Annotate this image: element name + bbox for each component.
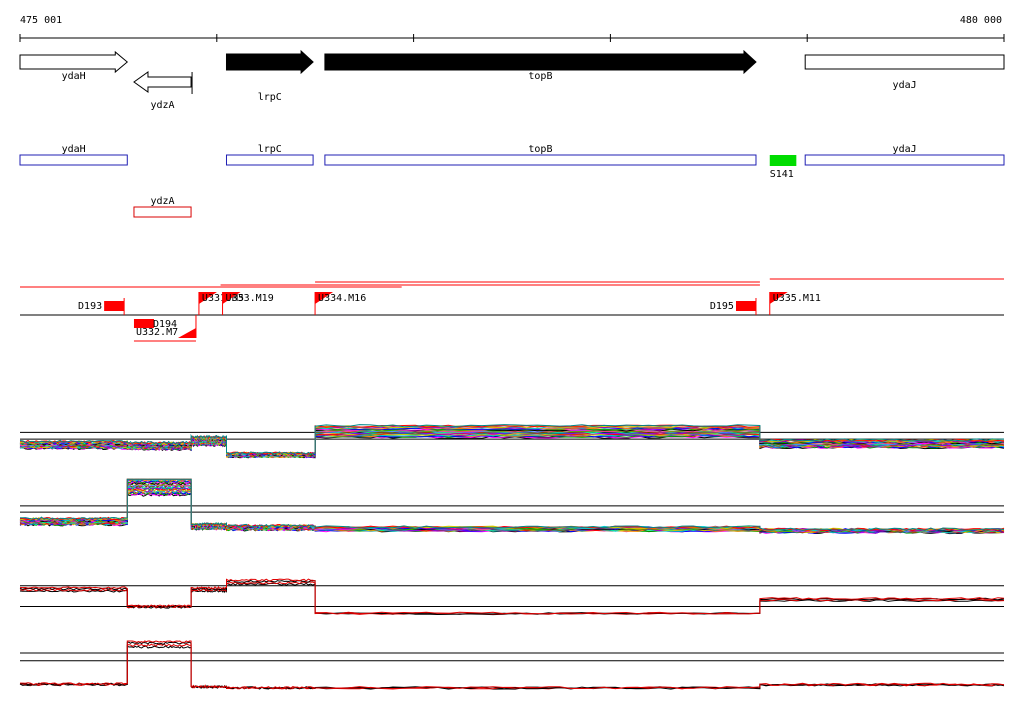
ruler-start-label: 475 001 [20,15,62,26]
profile-panel-1 [19,424,1005,459]
upstream-marker-label: U333.M19 [226,293,274,304]
genome-browser-view: 475 001 480 000 ydaH ydzA lrpC topB ydaJ yda… [19,15,1005,690]
ruler-end-label: 480 000 [960,15,1002,26]
gene-arrow-ydaJ [804,54,1005,70]
cds-box-topB [324,154,757,166]
profile-panel-3 [19,578,1005,616]
profile-line [19,488,1005,534]
gene-label-topB: topB [528,71,552,82]
profile-panel-2 [19,478,1005,535]
gene-arrow-lrpC [225,49,314,75]
cds-label-ydaJ: ydaJ [893,144,917,155]
gene-label-ydzA: ydzA [150,100,174,111]
expression-profiles [19,424,1005,690]
upstream-marker-label: U335.M11 [773,293,821,304]
upstream-marker-label: U334.M16 [318,293,366,304]
gene-label-lrpC: lrpC [258,92,282,103]
coordinate-ruler: 475 001 480 000 [19,15,1005,42]
profile-line [20,640,1005,690]
marker-track: U331.M5U333.M19U334.M16U335.M11D193D195D… [20,278,1004,342]
gene-arrow-topB [324,49,757,75]
cds-box-lrpC [225,154,314,166]
site-label-S141: S141 [770,169,794,180]
cds-label-ydaH: ydaH [62,144,86,155]
cds-box-ydaH [19,154,128,166]
profile-line [19,645,1005,690]
below-marker-label: U332.M7 [136,327,178,338]
site-box-S141 [769,155,797,166]
downstream-marker-label: D193 [78,301,102,312]
gene-track: ydaH ydzA lrpC topB ydaJ [19,49,1005,111]
profile-line [19,578,1005,615]
downstream-marker-label: D195 [710,301,734,312]
below-marker-flag [177,328,196,338]
gene-arrow-ydaH [19,50,129,74]
profile-line [19,581,1005,615]
gene-label-ydaJ: ydaJ [893,80,917,91]
profile-line [19,643,1005,690]
cds-label-lrpC: lrpC [258,144,282,155]
cds-box-ydaJ [804,154,1005,166]
downstream-marker-box [104,301,125,311]
cds-track: ydaH lrpC topB ydaJ ydzA S141 [19,144,1005,218]
cds-label-topB: topB [528,144,552,155]
cds-label-ydzA: ydzA [150,196,174,207]
downstream-marker-box [735,301,756,311]
gene-label-ydaH: ydaH [62,71,86,82]
cds-box-ydzA [133,206,192,218]
gene-arrow-ydzA [133,71,192,93]
profile-panel-4 [19,640,1005,690]
profile-line [19,641,1005,690]
